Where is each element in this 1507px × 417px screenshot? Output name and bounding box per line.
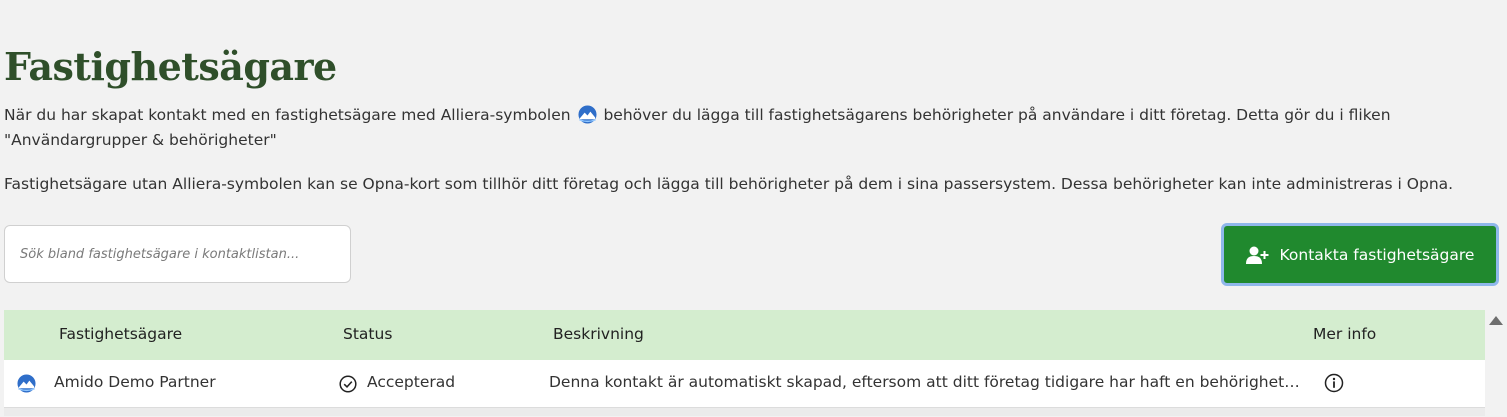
scroll-up-arrow-icon[interactable] [1489, 316, 1503, 325]
column-header-description[interactable]: Beskrivning [553, 325, 644, 343]
scrollbar[interactable] [1487, 310, 1507, 417]
status-text: Accepterad [367, 373, 456, 391]
intro-paragraph: När du har skapat kontakt med en fastigh… [4, 103, 1444, 153]
column-header-status[interactable]: Status [343, 325, 392, 343]
table-row[interactable]: Amido Demo Partner Accepterad Denna kont… [4, 360, 1485, 408]
info-paragraph: Fastighetsägare utan Alliera-symbolen ka… [4, 175, 1454, 193]
intro-text-before: När du har skapat kontakt med en fastigh… [4, 106, 571, 124]
page-title: Fastighetsägare [4, 44, 337, 89]
alliera-icon [17, 374, 36, 393]
contact-owner-button-label: Kontakta fastighetsägare [1279, 245, 1475, 264]
info-icon[interactable] [1324, 373, 1344, 393]
check-circle-icon [339, 375, 357, 393]
table-header: Fastighetsägare Status Beskrivning Mer i… [4, 310, 1485, 360]
column-header-more-info: Mer info [1313, 325, 1377, 343]
column-header-owner[interactable]: Fastighetsägare [59, 325, 182, 343]
owners-table: Fastighetsägare Status Beskrivning Mer i… [4, 310, 1485, 416]
user-plus-icon [1245, 246, 1269, 264]
owner-name: Amido Demo Partner [54, 373, 216, 391]
table-row-partial [4, 408, 1485, 416]
alliera-icon [577, 105, 597, 124]
contact-owner-button[interactable]: Kontakta fastighetsägare [1221, 223, 1499, 286]
description-text: Denna kontakt är automatiskt skapad, eft… [549, 373, 1301, 391]
search-input[interactable] [4, 225, 351, 283]
